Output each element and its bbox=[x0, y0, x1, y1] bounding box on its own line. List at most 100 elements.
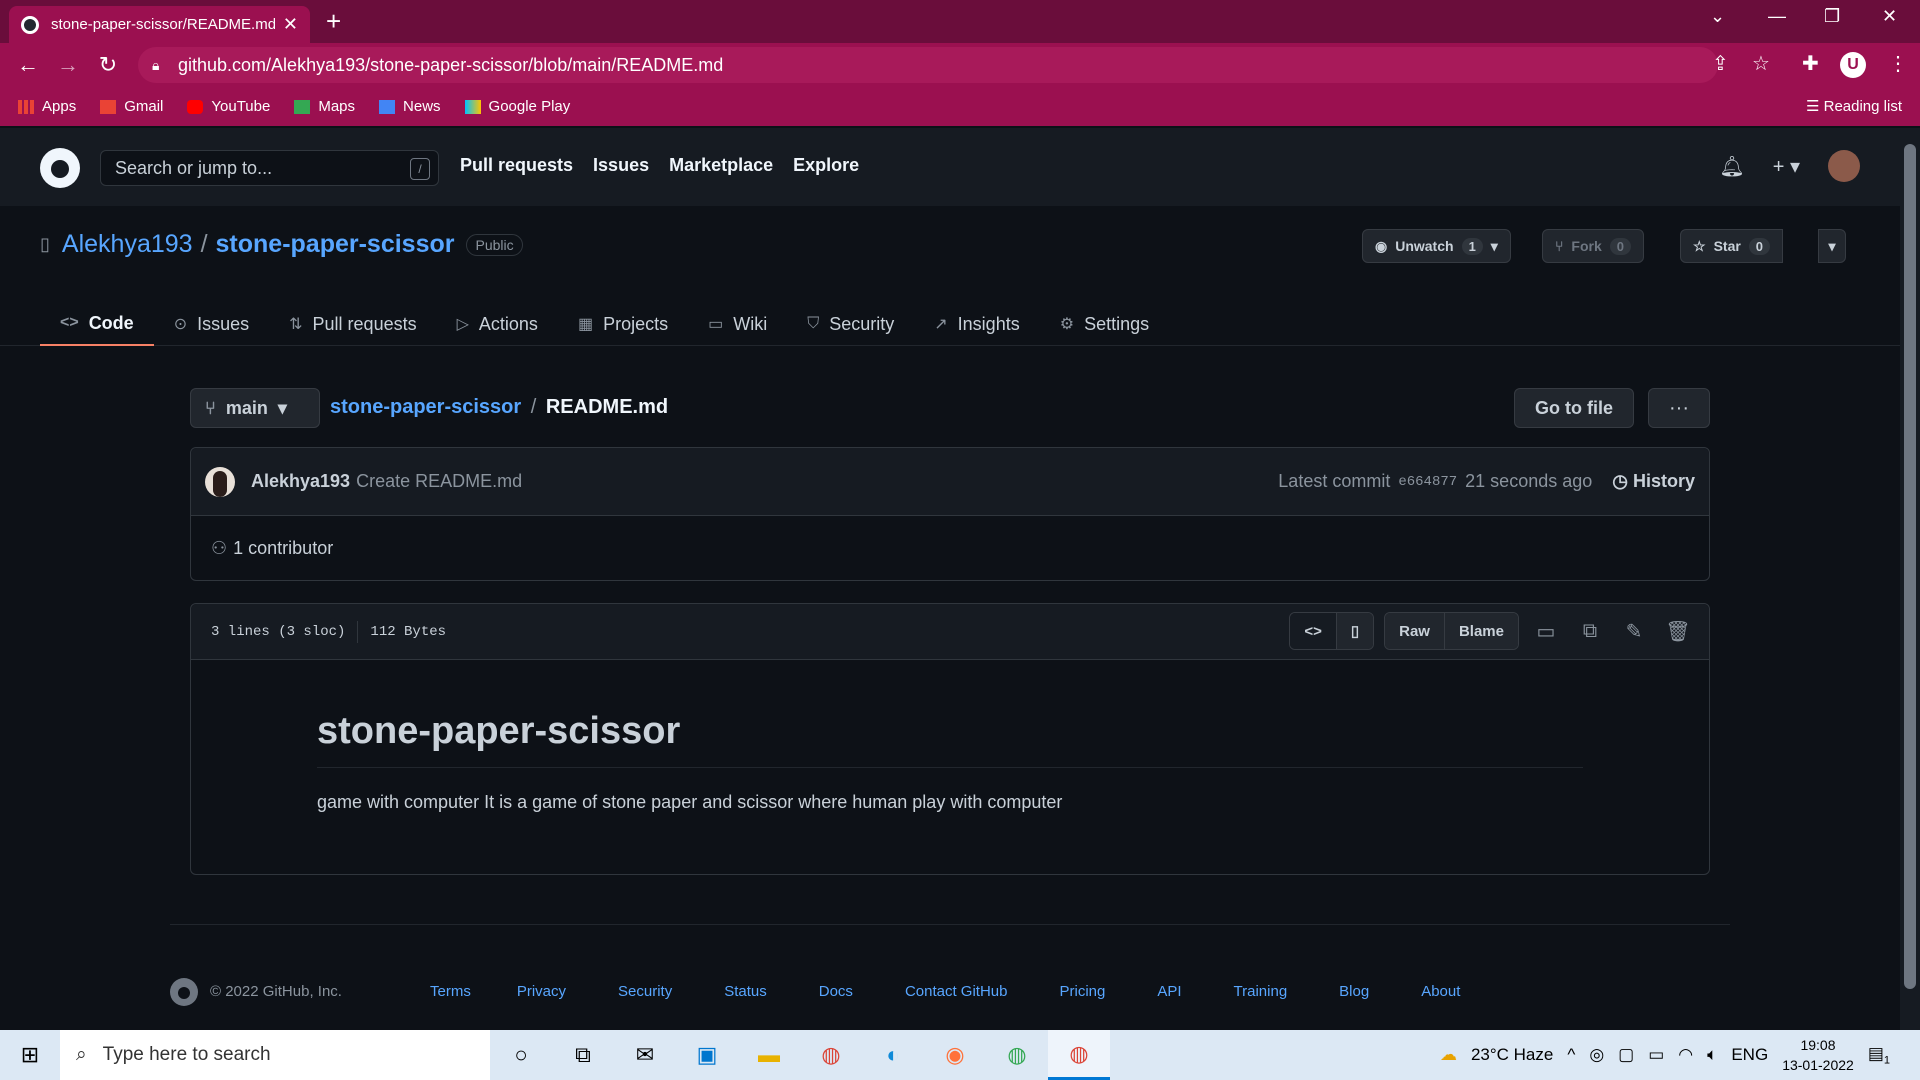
pencil-edit-icon[interactable]: ✎ bbox=[1617, 614, 1651, 648]
notifications-bell-icon[interactable]: 🔔︎ bbox=[1719, 154, 1744, 179]
trash-icon[interactable]: 🗑︎ bbox=[1661, 614, 1695, 648]
contributors-link[interactable]: ⚇ 1 contributor bbox=[191, 516, 1709, 580]
tab-settings[interactable]: ⚙ Settings bbox=[1040, 302, 1169, 346]
profile-avatar[interactable]: U bbox=[1840, 52, 1866, 78]
footer-link-status[interactable]: Status bbox=[724, 983, 767, 1000]
fork-button[interactable]: ⑂ Fork 0 bbox=[1542, 229, 1644, 263]
star-list-dropdown[interactable]: ▾ bbox=[1818, 229, 1846, 263]
extensions-icon[interactable]: ✚ bbox=[1802, 51, 1819, 76]
footer-link-pricing[interactable]: Pricing bbox=[1059, 983, 1105, 1000]
close-tab-icon[interactable]: ✕ bbox=[283, 14, 298, 35]
weather-label[interactable]: 23°C Haze bbox=[1471, 1045, 1553, 1065]
commit-sha[interactable]: e664877 bbox=[1398, 474, 1457, 490]
blame-button[interactable]: Blame bbox=[1443, 613, 1518, 649]
footer-link-docs[interactable]: Docs bbox=[819, 983, 853, 1000]
footer-link-blog[interactable]: Blog bbox=[1339, 983, 1369, 1000]
battery-icon[interactable]: ▭ bbox=[1648, 1045, 1664, 1065]
chrome-profile-icon[interactable]: ◍ bbox=[986, 1030, 1048, 1080]
breadcrumb-repo-link[interactable]: stone-paper-scissor bbox=[330, 396, 521, 418]
tab-issues[interactable]: ⊙ Issues bbox=[154, 302, 269, 346]
user-avatar[interactable] bbox=[1828, 150, 1860, 182]
nav-pull-requests[interactable]: Pull requests bbox=[460, 155, 573, 176]
page-scrollbar[interactable] bbox=[1900, 128, 1920, 1030]
tab-actions[interactable]: ▷ Actions bbox=[437, 302, 558, 346]
mail-icon[interactable]: ✉ bbox=[614, 1030, 676, 1080]
star-button[interactable]: ☆ Star 0 bbox=[1680, 229, 1784, 263]
bookmark-google-play[interactable]: Google Play bbox=[464, 98, 570, 115]
footer-link-about[interactable]: About bbox=[1421, 983, 1460, 1000]
bookmark-apps[interactable]: Apps bbox=[18, 98, 76, 115]
github-logo-icon[interactable] bbox=[40, 148, 80, 188]
notifications-icon[interactable]: ▤1 bbox=[1868, 1044, 1890, 1066]
commit-message[interactable]: Create README.md bbox=[356, 471, 522, 492]
back-icon[interactable]: ← bbox=[8, 52, 48, 78]
commit-author-avatar[interactable] bbox=[205, 466, 235, 497]
windows-start-icon[interactable]: ⊞ bbox=[0, 1042, 60, 1068]
chrome-menu-icon[interactable]: ⋮ bbox=[1888, 51, 1908, 76]
footer-link-terms[interactable]: Terms bbox=[430, 983, 471, 1000]
forward-icon[interactable]: → bbox=[48, 52, 88, 78]
restore-icon[interactable]: ❐ bbox=[1824, 6, 1840, 27]
create-new-plus-icon[interactable]: + ▾ bbox=[1773, 154, 1800, 179]
nav-marketplace[interactable]: Marketplace bbox=[669, 155, 773, 176]
cortana-icon[interactable]: ○ bbox=[490, 1030, 552, 1080]
rendered-view-button[interactable]: ▯ bbox=[1335, 613, 1374, 649]
firefox-icon[interactable]: ◉ bbox=[924, 1030, 986, 1080]
footer-link-contact[interactable]: Contact GitHub bbox=[905, 983, 1008, 1000]
more-options-button[interactable]: ··· bbox=[1648, 388, 1710, 428]
go-to-file-button[interactable]: Go to file bbox=[1514, 388, 1634, 428]
github-footer-logo-icon[interactable] bbox=[170, 978, 198, 1006]
footer-link-training[interactable]: Training bbox=[1234, 983, 1288, 1000]
taskbar-search-input[interactable]: ⌕ Type here to search bbox=[60, 1030, 490, 1080]
chrome-active-icon[interactable]: ◍ bbox=[1048, 1030, 1110, 1080]
chevron-up-icon[interactable]: ^ bbox=[1567, 1045, 1575, 1065]
footer-link-privacy[interactable]: Privacy bbox=[517, 983, 566, 1000]
commit-author[interactable]: Alekhya193 bbox=[251, 471, 350, 492]
footer-link-api[interactable]: API bbox=[1157, 983, 1181, 1000]
security-tray-icon[interactable]: ◎ bbox=[1589, 1045, 1604, 1065]
language-indicator[interactable]: ENG bbox=[1731, 1045, 1768, 1065]
raw-button[interactable]: Raw bbox=[1385, 613, 1444, 649]
bookmark-youtube[interactable]: YouTube bbox=[187, 98, 270, 115]
history-link[interactable]: ◷ History bbox=[1612, 471, 1695, 492]
repo-owner-link[interactable]: Alekhya193 bbox=[62, 230, 193, 259]
minimize-icon[interactable]: — bbox=[1768, 6, 1786, 27]
edge-icon[interactable]: ◐ bbox=[862, 1030, 924, 1080]
bookmark-star-icon[interactable]: ☆ bbox=[1752, 51, 1770, 76]
browser-tab[interactable]: stone-paper-scissor/README.md ✕ bbox=[9, 6, 310, 43]
reload-icon[interactable]: ↻ bbox=[88, 52, 128, 78]
copy-icon[interactable]: ⧉ bbox=[1573, 614, 1607, 648]
tab-insights[interactable]: ↗ Insights bbox=[914, 302, 1039, 346]
unwatch-button[interactable]: ◉ Unwatch 1 ▾ bbox=[1362, 229, 1511, 263]
chrome-icon[interactable]: ◍ bbox=[800, 1030, 862, 1080]
reading-list[interactable]: ☰ Reading list bbox=[1806, 97, 1902, 115]
device-icon[interactable]: ▢ bbox=[1618, 1045, 1634, 1065]
footer-link-security[interactable]: Security bbox=[618, 983, 672, 1000]
close-window-icon[interactable]: ✕ bbox=[1882, 6, 1897, 27]
file-explorer-icon[interactable]: ▬ bbox=[738, 1030, 800, 1080]
volume-icon[interactable]: 🔈︎ bbox=[1707, 1045, 1717, 1065]
share-icon[interactable]: ⇪ bbox=[1712, 51, 1729, 76]
bookmark-gmail[interactable]: Gmail bbox=[100, 98, 163, 115]
tab-search-icon[interactable]: ⌄ bbox=[1710, 6, 1725, 27]
url-bar[interactable]: 🔒︎ github.com/Alekhya193/stone-paper-sci… bbox=[138, 47, 1718, 83]
task-view-icon[interactable]: ⧉ bbox=[552, 1030, 614, 1080]
branch-selector[interactable]: ⑂ main ▾ bbox=[190, 388, 320, 428]
bookmark-maps[interactable]: Maps bbox=[294, 98, 355, 115]
tab-security[interactable]: ⛉ Security bbox=[787, 302, 914, 346]
tab-wiki[interactable]: ▭ Wiki bbox=[688, 302, 787, 346]
source-view-button[interactable]: <> bbox=[1290, 613, 1336, 649]
nav-issues[interactable]: Issues bbox=[593, 155, 649, 176]
nav-explore[interactable]: Explore bbox=[793, 155, 859, 176]
search-input[interactable]: Search or jump to... / bbox=[100, 150, 439, 186]
desktop-icon[interactable]: ▭ bbox=[1529, 614, 1563, 648]
tab-code[interactable]: <> Code bbox=[40, 302, 154, 346]
wifi-icon[interactable]: ◠ bbox=[1678, 1045, 1693, 1065]
repo-name-link[interactable]: stone-paper-scissor bbox=[216, 230, 455, 259]
bookmark-news[interactable]: News bbox=[379, 98, 441, 115]
scrollbar-thumb[interactable] bbox=[1904, 144, 1916, 989]
clock[interactable]: 19:08 13-01-2022 bbox=[1782, 1035, 1854, 1075]
new-tab-icon[interactable]: + bbox=[326, 6, 341, 37]
tab-pull-requests[interactable]: ⇅ Pull requests bbox=[269, 302, 436, 346]
dell-app-icon[interactable]: ▣ bbox=[676, 1030, 738, 1080]
